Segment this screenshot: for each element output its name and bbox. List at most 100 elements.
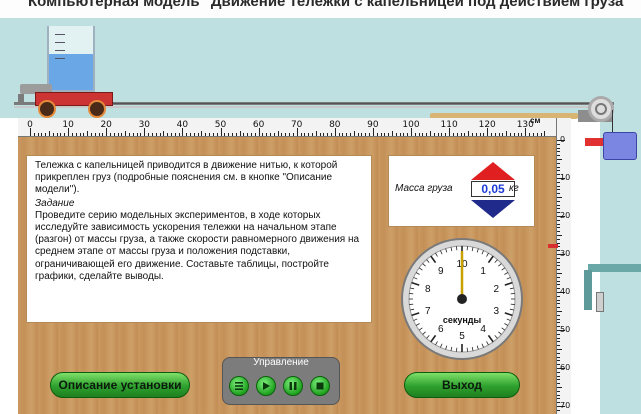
- ruler-tick: [155, 133, 157, 136]
- stop-icon: [316, 382, 324, 390]
- dropper-beaker: [47, 26, 95, 92]
- ruler-tick: [510, 133, 512, 136]
- vruler-tick: [557, 322, 560, 324]
- vruler-tick: [557, 311, 562, 312]
- stopwatch: 12345678910 секунды: [400, 237, 524, 361]
- ruler-tick: [170, 133, 172, 136]
- stopwatch-number: 2: [493, 284, 499, 295]
- vruler-tick: [557, 337, 560, 339]
- ruler-tick: [250, 133, 252, 136]
- task-description: Тележка с капельницей приводится в движе…: [26, 155, 372, 323]
- ruler-tick: [270, 133, 272, 136]
- stopwatch-label: секунды: [443, 315, 482, 325]
- ruler-tick: [110, 133, 111, 136]
- ruler-tick: [361, 133, 363, 136]
- ruler-tick: [540, 133, 542, 136]
- task-title: Задание: [35, 197, 75, 209]
- ruler-tick: [94, 133, 96, 136]
- vruler-tick: [557, 318, 560, 320]
- ruler-tick: [471, 133, 473, 136]
- ruler-tick: [247, 133, 249, 136]
- ruler-tick: [502, 133, 504, 136]
- vruler-tick: [557, 341, 560, 343]
- app-title: Компьютерная модель "Движение тележки с …: [28, 0, 631, 10]
- vruler-tick: [557, 193, 560, 195]
- stopper-stand-arm[interactable]: [588, 264, 641, 272]
- vruler-tick: [557, 151, 560, 153]
- vruler-tick: [557, 276, 560, 278]
- intro-text: Тележка с капельницей приводится в движе…: [35, 160, 338, 196]
- ruler-tick: [41, 133, 43, 136]
- ruler-tick: [37, 133, 39, 136]
- ruler-tick: [384, 133, 386, 136]
- ruler-tick: [445, 133, 447, 136]
- exit-button[interactable]: Выход: [404, 372, 520, 398]
- ruler-tick: [289, 133, 291, 136]
- ruler-tick: [308, 133, 310, 136]
- stop-button[interactable]: [310, 376, 330, 396]
- play-button[interactable]: [256, 376, 276, 396]
- vruler-label: 20: [560, 211, 571, 220]
- ruler-tick: [418, 133, 420, 136]
- control-panel: Управление: [222, 357, 340, 405]
- ruler-tick: [380, 133, 382, 136]
- ruler-tick: [83, 133, 85, 136]
- vruler-tick: [557, 155, 560, 157]
- ruler-tick: [163, 131, 165, 136]
- ruler-tick: [285, 133, 287, 136]
- ruler-tick: [529, 133, 531, 136]
- vruler-tick: [557, 394, 560, 396]
- mass-decrease-button[interactable]: [471, 200, 515, 218]
- ruler-tick: [129, 133, 131, 136]
- horizontal-ruler: см 0 10 20 30 40 50 60 70 80 90 100 110 120 130: [18, 116, 558, 137]
- ruler-tick: [262, 133, 264, 136]
- ruler-tick: [491, 133, 492, 136]
- pause-icon: [289, 382, 297, 390]
- ruler-label: 120: [478, 120, 496, 130]
- vruler-tick: [557, 231, 560, 233]
- ruler-tick: [464, 133, 466, 136]
- ruler-tick: [323, 133, 325, 136]
- ruler-tick: [407, 133, 409, 136]
- ruler-label: 100: [402, 120, 420, 130]
- menu-button[interactable]: [229, 376, 249, 396]
- ruler-tick: [475, 133, 477, 136]
- ruler-tick: [201, 131, 203, 136]
- vruler-tick: [557, 227, 560, 229]
- ruler-tick: [79, 133, 81, 136]
- vruler-label: 30: [560, 249, 571, 258]
- ruler-tick: [292, 133, 294, 136]
- vertical-ruler: 0 10 20 30 40 50 60 70: [556, 118, 571, 414]
- description-button[interactable]: Описание установки: [50, 372, 190, 398]
- ruler-tick: [140, 133, 142, 136]
- ruler-label: 70: [290, 120, 303, 130]
- beaker-tick: [55, 42, 65, 43]
- beaker-tick: [55, 58, 65, 59]
- ruler-tick: [266, 133, 268, 136]
- vruler-tick: [557, 208, 560, 210]
- vruler-tick: [557, 360, 560, 362]
- ruler-tick: [98, 133, 100, 136]
- pause-button[interactable]: [283, 376, 303, 396]
- ruler-tick: [506, 131, 508, 136]
- vruler-tick: [557, 265, 560, 267]
- stopwatch-number: 6: [438, 324, 444, 335]
- dropper-tip: [18, 94, 24, 104]
- ruler-tick: [498, 133, 500, 136]
- vruler-tick: [557, 352, 560, 354]
- stopwatch-number: 5: [459, 331, 465, 342]
- vruler-tick: [557, 349, 562, 350]
- ruler-label: 110: [440, 120, 458, 130]
- hanging-weight[interactable]: [603, 132, 637, 160]
- ruler-tick: [205, 133, 207, 136]
- ruler-tick: [209, 133, 211, 136]
- ruler-tick: [460, 133, 462, 136]
- ruler-tick: [369, 133, 371, 136]
- ruler-tick: [544, 131, 546, 136]
- mass-increase-button[interactable]: [471, 162, 515, 180]
- vruler-tick: [557, 345, 560, 347]
- ruler-tick: [193, 133, 195, 136]
- ruler-label: 130: [516, 120, 534, 130]
- ruler-tick: [281, 133, 283, 136]
- ruler-tick: [521, 133, 523, 136]
